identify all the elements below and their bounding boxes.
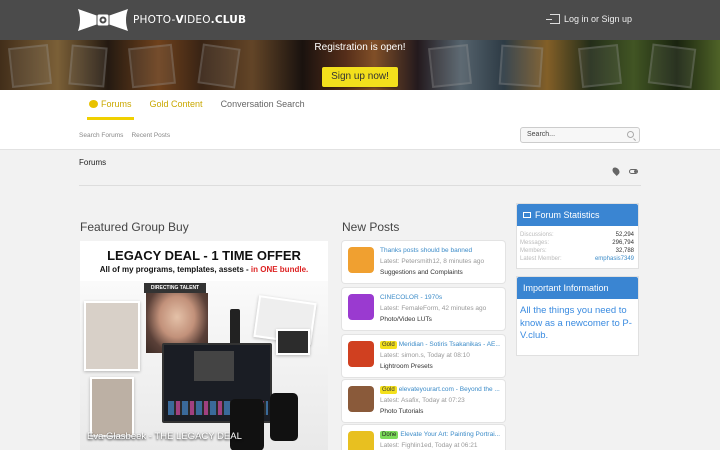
post-title[interactable]: CINECOLOR - 1970s [380,294,442,301]
post-latest: Latest: simon.s, Today at 08:10 [380,352,470,359]
search-forums-link[interactable]: Search Forums [79,132,123,139]
important-information-header: Important Information [517,277,638,299]
tab-gold-content[interactable]: Gold Content [148,90,205,120]
new-post-item[interactable]: CINECOLOR - 1970s Latest: FemaleForm, 42 … [342,288,505,330]
location-pin-icon[interactable] [611,166,621,176]
poster-avatar[interactable] [348,431,374,450]
search-icon[interactable] [627,131,634,138]
latest-member-link[interactable]: emphasis7349 [595,256,634,262]
site-logo[interactable]: PHOTO-VIDEO.CLUB [76,5,246,35]
main-navigation: Forums Gold Content Conversation Search … [0,90,720,150]
nav-tabs: Forums Gold Content Conversation Search [87,90,307,120]
collage-photo [90,377,134,437]
stat-members: 32,788 Members: [520,248,634,254]
featured-group-buy-card[interactable]: LEGACY DEAL - 1 TIME OFFER All of my pro… [80,241,328,450]
post-latest: Latest: Fighlin1ed, Today at 06:21 [380,442,478,449]
directing-talent-tag: DIRECTING TALENT [144,283,206,293]
collage-photo [84,301,140,371]
new-post-item[interactable]: Done Elevate Your Art: Painting Portrai..… [342,425,505,450]
important-information-text[interactable]: All the things you need to know as a new… [520,305,636,343]
poster-avatar[interactable] [348,294,374,320]
poster-avatar[interactable] [348,247,374,273]
post-title-link[interactable]: Gold elevateyourart.com - Beyond the ... [380,386,500,394]
forum-statistics-header: Forum Statistics [517,204,638,226]
registration-text: Registration is open! [314,42,406,53]
post-title-link[interactable]: Done Elevate Your Art: Painting Portrai..… [380,431,500,439]
site-header: PHOTO-VIDEO.CLUB Log in or Sign up [0,0,720,40]
chat-bubble-icon [89,100,98,108]
post-forum-link[interactable]: Lightroom Presets [380,363,433,370]
sub-navigation: Search Forums Recent Posts [79,132,170,139]
poster-avatar[interactable] [348,386,374,412]
post-title[interactable]: Meridian - Sotiris Tsakanikas - AE... [399,341,500,348]
tab-forums[interactable]: Forums [87,90,134,120]
collage-photo [276,329,310,355]
tab-conversation-search[interactable]: Conversation Search [219,90,307,120]
collage-video-preview [194,351,234,381]
new-post-item[interactable]: Gold elevateyourart.com - Beyond the ... L… [342,380,505,422]
featured-image-collage: DIRECTING TALENT [80,281,328,450]
login-icon [545,14,560,24]
post-forum-link[interactable]: Photo/Video LUTs [380,316,432,323]
new-post-item[interactable]: Gold Meridian - Sotiris Tsakanikas - AE..… [342,335,505,377]
post-latest: Latest: Asafix, Today at 07:23 [380,397,465,404]
bowtie-logo-icon [76,5,130,35]
search-placeholder: Search... [527,131,556,138]
featured-image-subtitle: All of my programs, templates, assets - … [99,265,309,274]
new-posts-heading: New Posts [342,220,400,234]
post-title-link[interactable]: CINECOLOR - 1970s [380,294,500,301]
featured-image-title: LEGACY DEAL - 1 TIME OFFER [107,248,301,263]
stat-messages: 296,794 Messages: [520,240,634,246]
new-post-item[interactable]: Thanks posts should be banned Latest: Pet… [342,241,505,283]
statistics-icon [523,212,531,218]
toggle-icon[interactable] [629,169,638,174]
post-prefix-badge: Gold [380,386,397,394]
login-signup-link[interactable]: Log in or Sign up [545,14,632,24]
post-prefix-badge: Done [380,431,399,439]
logo-text: PHOTO-VIDEO.CLUB [133,14,247,26]
breadcrumb: Forums [79,158,641,186]
collage-phone [270,393,298,441]
post-title[interactable]: Thanks posts should be banned [380,247,472,254]
poster-avatar[interactable] [348,341,374,367]
post-forum-link[interactable]: Photo Tutorials [380,408,423,415]
post-prefix-badge: Gold [380,341,397,349]
featured-caption: Eva Glasbeek - THE LEGACY DEAL [87,431,242,442]
stat-latest-member: emphasis7349 Latest Member: [520,256,634,262]
collage-phone [230,399,264,450]
recent-posts-link[interactable]: Recent Posts [131,132,170,139]
post-latest: Latest: FemaleForm, 42 minutes ago [380,305,487,312]
post-forum-link[interactable]: Suggestions and Complaints [380,269,463,276]
search-input[interactable]: Search... [520,127,640,143]
featured-heading: Featured Group Buy [80,220,189,234]
breadcrumb-forums[interactable]: Forums [79,158,106,167]
post-title-link[interactable]: Gold Meridian - Sotiris Tsakanikas - AE..… [380,341,500,349]
post-latest: Latest: Petersmith12, 8 minutes ago [380,258,485,265]
post-title-link[interactable]: Thanks posts should be banned [380,247,500,254]
signup-button[interactable]: Sign up now! [322,67,398,87]
stat-discussions: 52,294 Discussions: [520,232,634,238]
post-title[interactable]: Elevate Your Art: Painting Portrai... [400,431,500,438]
post-title[interactable]: elevateyourart.com - Beyond the ... [399,386,500,393]
login-label: Log in or Sign up [563,14,632,24]
